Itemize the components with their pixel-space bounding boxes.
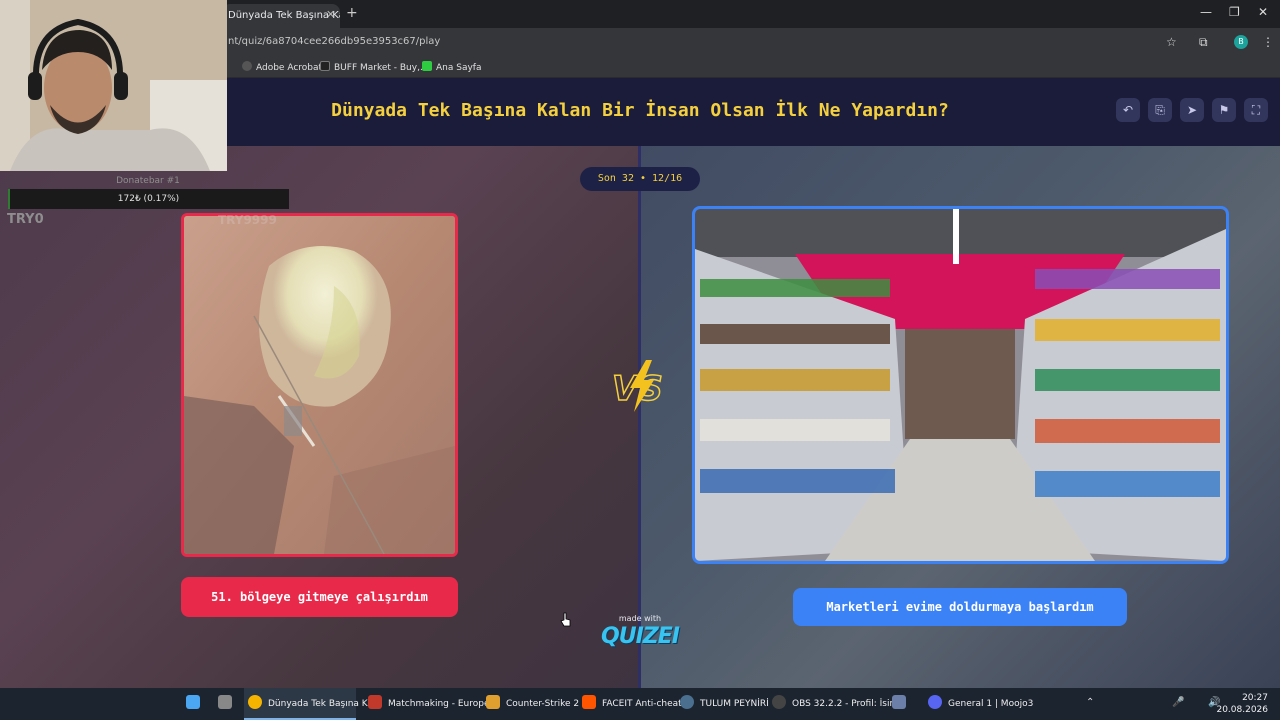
chrome-icon: [248, 695, 262, 709]
undo-button[interactable]: ↶: [1116, 98, 1140, 122]
taskbar-label: Matchmaking - Europe: [388, 699, 490, 709]
url-input[interactable]: nt/quiz/6a8704cee266db95e3953c67/play: [228, 36, 440, 47]
obs-icon: [772, 695, 786, 709]
taskbar-label: TULUM PEYNİRİ: [700, 699, 769, 709]
bookmark-label: Adobe Acrobat: [256, 63, 323, 73]
taskbar: Dünyada Tek Başına Kal Matchmaking - Eur…: [0, 688, 1280, 720]
bookmark-buff[interactable]: BUFF Market - Buy,...: [320, 61, 429, 73]
tab-quiz[interactable]: Dünyada Tek Başına Kalan Bir İn: [222, 4, 340, 28]
taskbar-label: FACEIT Anti-cheat: [602, 699, 682, 709]
donatebar-title: Donatebar #1: [116, 176, 180, 186]
taskbar-label: General 1 | Moojo3: [948, 699, 1034, 709]
task-view-button[interactable]: [218, 688, 238, 720]
cs2-icon: [486, 695, 500, 709]
donatebar-value: 172₺ (0.17%): [117, 194, 180, 204]
taskbar-item-obs[interactable]: OBS 32.2.2 - Profil: İsims: [772, 688, 903, 720]
app-icon: [892, 695, 906, 709]
minimize-icon[interactable]: —: [1200, 5, 1212, 19]
fullscreen-button[interactable]: ⛶: [1244, 98, 1268, 122]
supermarket-image: [695, 209, 1226, 561]
bookmark-label: BUFF Market - Buy,...: [334, 63, 429, 73]
close-tab-icon[interactable]: ✕: [326, 8, 335, 21]
new-tab-icon[interactable]: +: [346, 5, 358, 21]
hand-cursor-icon: [560, 612, 571, 627]
menu-icon[interactable]: ⋮: [1262, 35, 1274, 49]
kick-icon: [422, 61, 432, 71]
quizei-logo[interactable]: QUIZEI: [596, 624, 684, 649]
tray-chevron-icon[interactable]: ⌃: [1086, 697, 1094, 708]
clock-time: 20:27: [1242, 693, 1268, 703]
clock[interactable]: 20:27 20.08.2026: [1216, 692, 1268, 716]
taskbar-item-discord[interactable]: General 1 | Moojo3: [928, 688, 1033, 720]
right-option-image[interactable]: [692, 206, 1229, 564]
buff-icon: [320, 61, 330, 71]
taskbar-item-chrome[interactable]: Dünyada Tek Başına Kal: [244, 688, 376, 720]
taskbar-item-cs2[interactable]: Counter-Strike 2: [486, 688, 579, 720]
right-option-button[interactable]: Marketleri evime doldurmaya başlardım: [793, 588, 1127, 626]
microphone-icon[interactable]: 🎤: [1172, 697, 1184, 708]
bookmark-star-icon[interactable]: ☆: [1166, 35, 1177, 49]
donatebar: 172₺ (0.17%): [8, 189, 289, 209]
bookmark-label: Ana Sayfa: [436, 63, 482, 73]
bookmark-ana-sayfa[interactable]: Ana Sayfa: [422, 61, 481, 73]
taskbar-item-faceit-ac[interactable]: FACEIT Anti-cheat: [582, 688, 682, 720]
start-button[interactable]: [186, 688, 206, 720]
taskbar-label: OBS 32.2.2 - Profil: İsims: [792, 699, 903, 709]
profile-avatar[interactable]: B: [1234, 35, 1248, 49]
windows-icon: [186, 695, 200, 709]
made-with-label: made with: [618, 614, 662, 623]
bookmark-adobe[interactable]: Adobe Acrobat: [242, 61, 322, 73]
steam-icon: [680, 695, 694, 709]
versus-icon: VS: [611, 360, 664, 412]
taskbar-item-app[interactable]: [892, 688, 912, 720]
faded-try-label: TRY9999: [218, 213, 277, 227]
taskbar-label: Dünyada Tek Başına Kal: [268, 699, 376, 709]
share-button[interactable]: ⎘: [1148, 98, 1172, 122]
report-button[interactable]: ⚑: [1212, 98, 1236, 122]
faceit-icon: [582, 695, 596, 709]
close-window-icon[interactable]: ✕: [1258, 5, 1268, 19]
center-divider: [638, 146, 641, 688]
taskbar-item-steam[interactable]: TULUM PEYNİRİ: [680, 688, 769, 720]
satellite-image: [184, 216, 455, 554]
round-badge: Son 32 • 12/16: [580, 167, 700, 191]
try-label: TRY0: [7, 212, 44, 227]
faceit-client-icon: [368, 695, 382, 709]
taskbar-label: Counter-Strike 2: [506, 699, 580, 709]
left-option-image[interactable]: [181, 213, 458, 557]
globe-icon: [242, 61, 252, 71]
donatebar-fill: [8, 189, 10, 209]
left-option-button[interactable]: 51. bölgeye gitmeye çalışırdım: [181, 577, 458, 617]
restore-icon[interactable]: ❐: [1229, 5, 1240, 19]
clock-date: 20.08.2026: [1216, 705, 1268, 715]
extensions-icon[interactable]: ⧉: [1199, 35, 1208, 50]
send-button[interactable]: ➤: [1180, 98, 1204, 122]
discord-icon: [928, 695, 942, 709]
streamer-photo: [0, 0, 227, 171]
taskbar-item-matchmaking[interactable]: Matchmaking - Europe: [368, 688, 490, 720]
webcam-overlay: [0, 0, 227, 171]
task-view-icon: [218, 695, 232, 709]
